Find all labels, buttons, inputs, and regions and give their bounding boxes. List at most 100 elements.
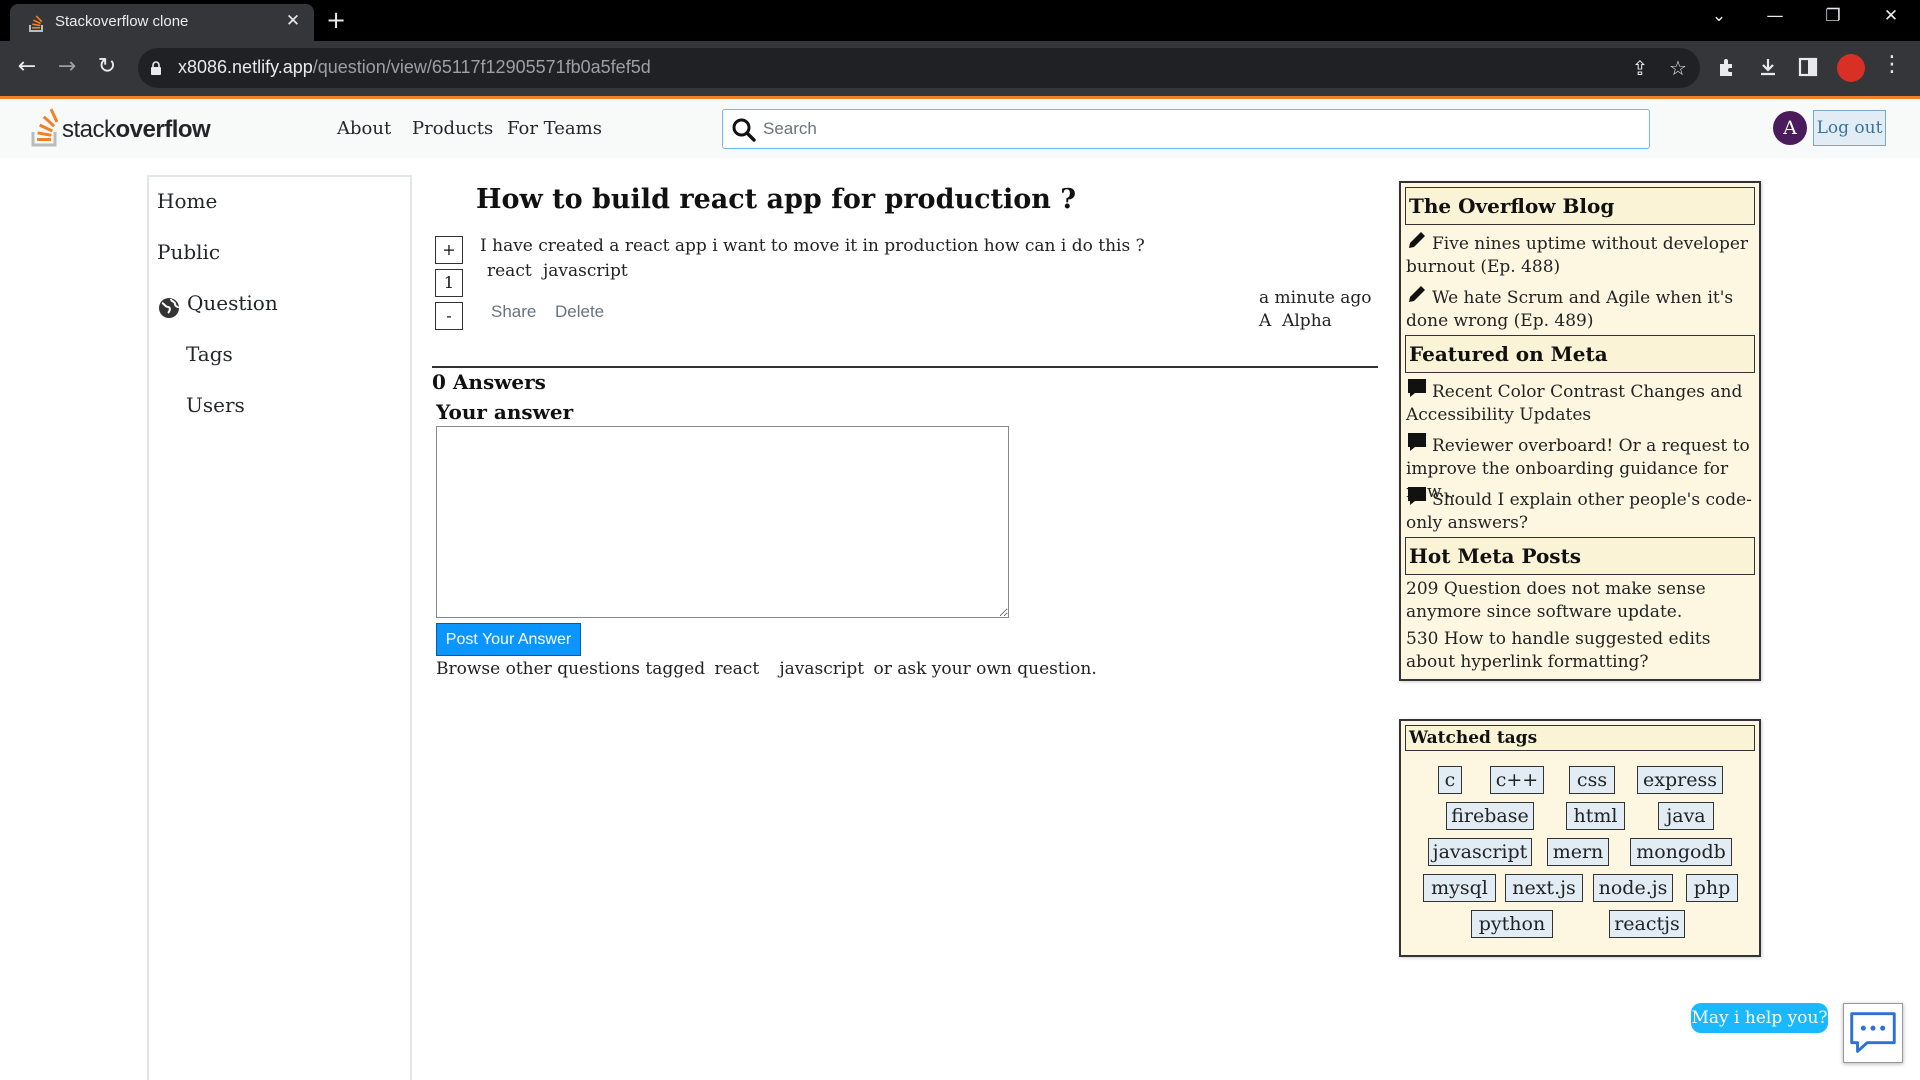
search-icon [732, 118, 756, 142]
download-icon[interactable] [1757, 56, 1779, 78]
sidebar-item-question[interactable]: Question [187, 291, 278, 315]
address-bar[interactable]: x8086.netlify.app/question/view/65117f12… [138, 48, 1700, 88]
sidebar-item-home[interactable]: Home [157, 189, 217, 213]
upvote-button[interactable]: + [435, 236, 463, 264]
stackoverflow-favicon-icon [29, 15, 43, 32]
sidepanel-icon[interactable] [1797, 56, 1819, 78]
vote-count: 1 [435, 269, 463, 297]
watched-tags-widget: Watched tags c c++ css express firebase … [1399, 719, 1761, 957]
browser-tab[interactable]: Stackoverflow clone ✕ [10, 4, 314, 41]
watched-tag[interactable]: reactjs [1609, 910, 1685, 938]
nav-products[interactable]: Products [412, 118, 493, 139]
avatar[interactable]: A [1773, 111, 1807, 145]
share-icon[interactable]: ⇪ [1626, 56, 1654, 80]
watched-tag[interactable]: c [1438, 766, 1462, 794]
sidebar-widget: The Overflow Blog Five nines uptime with… [1399, 181, 1761, 681]
answers-count: 0 Answers [432, 370, 546, 394]
tab-title: Stackoverflow clone [55, 13, 189, 30]
question-tag[interactable]: javascript [543, 261, 628, 281]
watched-tag[interactable]: mysql [1423, 874, 1496, 902]
meta-item-text: Should I explain other people's code-onl… [1406, 490, 1752, 533]
back-icon[interactable]: ← [11, 54, 43, 79]
comment-icon [1408, 379, 1426, 397]
forward-icon[interactable]: → [51, 54, 83, 79]
watched-tag[interactable]: html [1566, 802, 1625, 830]
chat-button[interactable] [1843, 1003, 1903, 1063]
question-title: How to build react app for production ? [476, 184, 1077, 215]
search-input[interactable] [763, 112, 1633, 146]
extensions-icon[interactable] [1716, 56, 1738, 78]
meta-title: Featured on Meta [1405, 335, 1755, 373]
left-sidebar: Home Public Question Tags Users [147, 175, 412, 1080]
author-initial: A [1259, 311, 1272, 331]
post-answer-button[interactable]: Post Your Answer [436, 623, 581, 656]
blog-item[interactable]: Five nines uptime without developer burn… [1406, 229, 1756, 279]
menu-icon[interactable]: ⋮ [1876, 52, 1908, 77]
meta-item-text: Recent Color Contrast Changes and Access… [1406, 382, 1743, 425]
window-close-icon[interactable]: ✕ [1871, 6, 1911, 26]
hot-meta-item[interactable]: 209 Question does not make sense anymore… [1406, 578, 1756, 624]
watched-tag[interactable]: mongodb [1630, 838, 1732, 866]
watched-tag[interactable]: mern [1547, 838, 1609, 866]
browser-toolbar: ← → ↻ x8086.netlify.app/question/view/65… [0, 41, 1920, 96]
watched-tag[interactable]: java [1658, 802, 1714, 830]
globe-icon [159, 298, 179, 318]
sidebar-item-users[interactable]: Users [186, 393, 245, 417]
blog-item[interactable]: We hate Scrum and Agile when it's done w… [1406, 283, 1756, 333]
watched-tag[interactable]: express [1637, 766, 1723, 794]
tab-search-icon[interactable]: ⌄ [1699, 6, 1739, 26]
browse-tag[interactable]: react [714, 659, 759, 679]
blog-item-text: We hate Scrum and Agile when it's done w… [1406, 288, 1734, 331]
chat-help-bubble[interactable]: May i help you? [1691, 1003, 1828, 1033]
meta-item[interactable]: Should I explain other people's code-onl… [1406, 485, 1756, 535]
divider [432, 366, 1378, 368]
logo-wordmark[interactable]: stackoverflow [62, 116, 211, 144]
blog-title: The Overflow Blog [1405, 187, 1755, 225]
logout-button[interactable]: Log out [1813, 110, 1886, 146]
profile-icon[interactable] [1837, 54, 1865, 82]
watched-tag[interactable]: c++ [1490, 766, 1544, 794]
browse-other-questions: Browse other questions tagged react java… [436, 659, 1101, 679]
nav-about[interactable]: About [337, 118, 391, 139]
minimize-icon[interactable]: — [1755, 6, 1795, 26]
pencil-icon [1409, 286, 1425, 302]
sidebar-item-tags[interactable]: Tags [186, 342, 233, 366]
comment-icon [1408, 433, 1426, 451]
watched-tag[interactable]: python [1471, 910, 1553, 938]
author-name: Alpha [1282, 311, 1332, 331]
blog-item-text: Five nines uptime without developer burn… [1406, 234, 1749, 277]
restore-icon[interactable]: ❐ [1813, 6, 1853, 26]
nav-for-teams[interactable]: For Teams [507, 118, 602, 139]
hot-meta-item[interactable]: 530 How to handle suggested edits about … [1406, 628, 1756, 674]
search-box[interactable] [722, 109, 1650, 149]
star-icon[interactable]: ☆ [1664, 56, 1692, 80]
stackoverflow-logo-icon[interactable] [30, 108, 62, 148]
watched-tag[interactable]: css [1569, 766, 1615, 794]
watched-tag[interactable]: node.js [1593, 874, 1673, 902]
reload-icon[interactable]: ↻ [91, 54, 123, 79]
tab-close-icon[interactable]: ✕ [282, 11, 304, 31]
logo-light: stack [62, 116, 116, 143]
url-text[interactable]: x8086.netlify.app/question/view/65117f12… [178, 57, 651, 78]
watched-tag[interactable]: php [1686, 874, 1738, 902]
browse-prefix: Browse other questions tagged [436, 659, 706, 679]
meta-item[interactable]: Recent Color Contrast Changes and Access… [1406, 377, 1756, 427]
hot-meta-title: Hot Meta Posts [1405, 537, 1755, 575]
sidebar-item-public[interactable]: Public [157, 240, 220, 264]
share-button[interactable]: Share [491, 302, 536, 322]
question-body: I have created a react app i want to mov… [480, 236, 1145, 256]
browser-tabstrip: Stackoverflow clone ✕ + ⌄ — ❐ ✕ [0, 0, 1920, 41]
answer-textarea[interactable] [436, 426, 1009, 618]
watched-tag[interactable]: javascript [1428, 838, 1532, 866]
comment-icon [1408, 487, 1426, 505]
watched-tag[interactable]: firebase [1446, 802, 1534, 830]
question-tag[interactable]: react [487, 261, 532, 281]
downvote-button[interactable]: - [435, 302, 463, 330]
browse-tag[interactable]: javascript [779, 659, 864, 679]
author-info[interactable]: A Alpha [1259, 311, 1332, 331]
url-host: x8086.netlify.app [178, 57, 313, 77]
delete-button[interactable]: Delete [555, 302, 604, 322]
watched-tag[interactable]: next.js [1505, 874, 1583, 902]
chat-icon [1850, 1012, 1896, 1053]
new-tab-button[interactable]: + [322, 6, 350, 34]
